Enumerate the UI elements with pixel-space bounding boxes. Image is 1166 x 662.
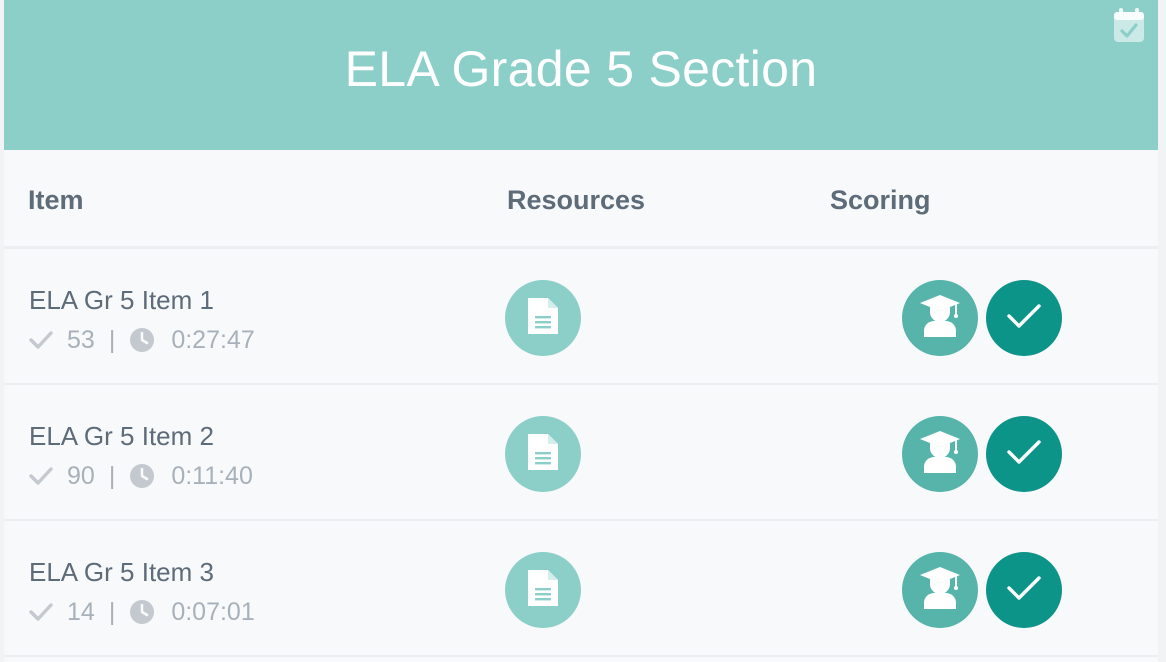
meta-separator: |: [108, 325, 116, 354]
scored-button[interactable]: [986, 416, 1062, 492]
scored-button[interactable]: [986, 552, 1062, 628]
resource-button[interactable]: [505, 280, 581, 356]
column-header-row: Item Resources Scoring: [4, 150, 1158, 249]
checkmark-icon: [29, 602, 53, 622]
item-meta: 90 | 0:11:40: [29, 461, 253, 491]
item-score: 53: [67, 325, 95, 354]
section-title: ELA Grade 5 Section: [344, 41, 818, 97]
clock-icon: [129, 599, 155, 625]
checkmark-icon: [1005, 437, 1043, 472]
item-meta: 53 | 0:27:47: [29, 325, 255, 355]
student-view-button[interactable]: [902, 280, 978, 356]
document-icon: [526, 432, 560, 477]
item-name[interactable]: ELA Gr 5 Item 1: [29, 285, 214, 316]
item-score: 14: [67, 597, 95, 626]
checkmark-icon: [29, 466, 53, 486]
scored-button[interactable]: [986, 280, 1062, 356]
table-row: ELA Gr 5 Item 1 53 | 0:27:47: [4, 249, 1158, 385]
item-score: 90: [67, 461, 95, 490]
document-icon: [526, 296, 560, 341]
calendar-check-icon[interactable]: [1113, 8, 1145, 44]
meta-separator: |: [108, 597, 116, 626]
section-header: ELA Grade 5 Section: [4, 0, 1158, 150]
clock-icon: [129, 327, 155, 353]
student-icon: [918, 293, 962, 344]
item-time: 0:07:01: [171, 597, 255, 626]
document-icon: [526, 568, 560, 613]
checkmark-icon: [1005, 301, 1043, 336]
checkmark-icon: [1005, 573, 1043, 608]
item-name[interactable]: ELA Gr 5 Item 3: [29, 557, 214, 588]
section-card: ELA Grade 5 Section Item Resources Scori…: [4, 0, 1158, 662]
item-time: 0:27:47: [171, 325, 255, 354]
resource-button[interactable]: [505, 416, 581, 492]
column-header-item: Item: [28, 185, 84, 215]
student-icon: [918, 429, 962, 480]
student-icon: [918, 565, 962, 616]
item-meta: 14 | 0:07:01: [29, 597, 255, 627]
item-name[interactable]: ELA Gr 5 Item 2: [29, 421, 214, 452]
resource-button[interactable]: [505, 552, 581, 628]
clock-icon: [129, 463, 155, 489]
item-time: 0:11:40: [171, 461, 253, 490]
table-row: ELA Gr 5 Item 2 90 | 0:11:40: [4, 385, 1158, 521]
meta-separator: |: [108, 461, 116, 490]
student-view-button[interactable]: [902, 552, 978, 628]
checkmark-icon: [29, 330, 53, 350]
column-header-scoring: Scoring: [830, 185, 931, 215]
column-header-resources: Resources: [507, 185, 646, 215]
student-view-button[interactable]: [902, 416, 978, 492]
table-row: ELA Gr 5 Item 3 14 | 0:07:01: [4, 521, 1158, 657]
